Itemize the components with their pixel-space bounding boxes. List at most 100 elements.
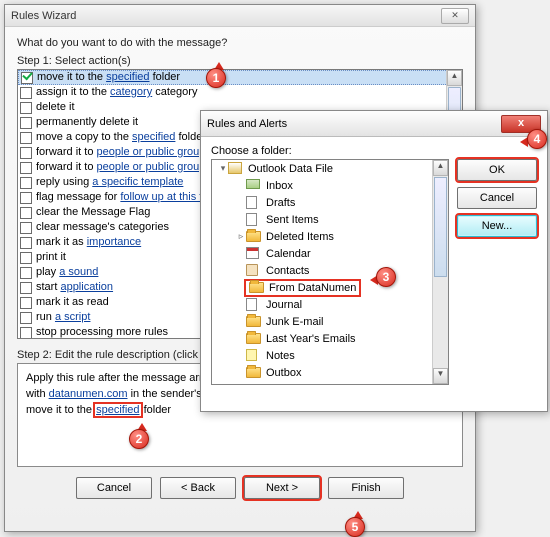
action-checkbox[interactable] — [20, 192, 32, 204]
next-button[interactable]: Next > — [244, 477, 320, 499]
tree-item-label: Journal — [266, 299, 302, 311]
action-checkbox[interactable] — [20, 222, 32, 234]
action-link[interactable]: importance — [87, 236, 141, 248]
annotation-marker-3: 3 — [376, 267, 396, 287]
new-button[interactable]: New... — [457, 215, 537, 237]
action-link[interactable]: specified — [132, 131, 175, 143]
action-checkbox[interactable] — [20, 207, 32, 219]
action-checkbox[interactable] — [20, 147, 32, 159]
action-link[interactable]: specified — [106, 71, 149, 83]
action-text: reply using a specific template — [36, 176, 183, 189]
action-text: delete it — [36, 101, 75, 114]
specified-folder-link[interactable]: specified — [95, 404, 140, 416]
action-checkbox[interactable] — [20, 102, 32, 114]
folder-tree[interactable]: ▾ Outlook Data File Inbox Drafts Sent Items ▹… — [211, 159, 449, 385]
annotation-marker-4: 4 — [527, 129, 547, 149]
action-link[interactable]: a specific template — [92, 176, 183, 188]
action-text: forward it to people or public group — [36, 146, 205, 159]
tree-item[interactable]: Inbox — [212, 177, 448, 194]
scroll-thumb[interactable] — [434, 177, 447, 277]
wizard-title: Rules Wizard — [11, 10, 76, 22]
action-link[interactable]: a sound — [59, 266, 98, 278]
tree-item-label: From DataNumen — [269, 282, 356, 294]
action-text: run a script — [36, 311, 90, 324]
annotation-marker-1: 1 — [206, 68, 226, 88]
action-checkbox[interactable] — [20, 177, 32, 189]
action-text: mark it as importance — [36, 236, 141, 249]
dialog-title: Rules and Alerts — [207, 118, 287, 130]
action-row[interactable]: assign it to the category category — [18, 85, 462, 100]
action-text: flag message for follow up at this time — [36, 191, 220, 204]
tree-item-label: Last Year's Emails — [266, 333, 356, 345]
rules-alerts-dialog: Rules and Alerts x Choose a folder: ▾ Out… — [200, 110, 548, 412]
cancel-button[interactable]: Cancel — [76, 477, 152, 499]
tree-item[interactable]: Calendar — [212, 245, 448, 262]
action-checkbox[interactable] — [20, 162, 32, 174]
ok-button[interactable]: OK — [457, 159, 537, 181]
action-row[interactable]: move it to the specified folder — [18, 70, 462, 85]
wizard-button-row: Cancel < Back Next > Finish — [17, 477, 463, 499]
action-checkbox[interactable] — [20, 252, 32, 264]
action-checkbox[interactable] — [20, 237, 32, 249]
tree-item-label: Outbox — [266, 367, 301, 379]
tree-item[interactable]: ▹ Deleted Items — [212, 228, 448, 245]
tree-item[interactable]: ▾ Outlook Data File — [212, 160, 448, 177]
scroll-up-icon[interactable]: ▲ — [433, 160, 448, 176]
expand-icon[interactable]: ▹ — [236, 231, 246, 242]
tree-item-label: Notes — [266, 350, 295, 362]
action-checkbox[interactable] — [20, 132, 32, 144]
tree-item-label: Calendar — [266, 248, 311, 260]
tree-item[interactable]: From DataNumen — [212, 279, 448, 296]
action-checkbox[interactable] — [20, 87, 32, 99]
action-link[interactable]: a script — [55, 311, 90, 323]
tree-item-label: Deleted Items — [266, 231, 334, 243]
action-checkbox[interactable] — [20, 267, 32, 279]
sender-link[interactable]: datanumen.com — [49, 388, 128, 400]
expand-icon[interactable]: ▾ — [218, 163, 228, 174]
finish-button[interactable]: Finish — [328, 477, 404, 499]
folder-icon — [246, 179, 262, 193]
tree-item[interactable]: Notes — [212, 347, 448, 364]
tree-item-label: Drafts — [266, 197, 295, 209]
action-checkbox[interactable] — [20, 312, 32, 324]
folder-icon — [246, 349, 262, 363]
action-link[interactable]: people or public group — [97, 161, 206, 173]
tree-item[interactable]: Drafts — [212, 194, 448, 211]
action-checkbox[interactable] — [21, 72, 33, 84]
action-checkbox[interactable] — [20, 297, 32, 309]
tree-item[interactable]: Contacts — [212, 262, 448, 279]
action-link[interactable]: people or public group — [97, 146, 206, 158]
folder-icon — [228, 162, 244, 176]
action-text: clear message's categories — [36, 221, 169, 234]
folder-icon — [246, 230, 262, 244]
tree-item[interactable]: Sent Items — [212, 211, 448, 228]
annotation-marker-5: 5 — [345, 517, 365, 537]
scroll-down-icon[interactable]: ▼ — [433, 368, 448, 384]
action-text: move it to the specified folder — [37, 71, 180, 84]
action-link[interactable]: application — [60, 281, 113, 293]
cancel-button[interactable]: Cancel — [457, 187, 537, 209]
action-checkbox[interactable] — [20, 117, 32, 129]
folder-icon — [246, 315, 262, 329]
tree-item[interactable]: Outbox — [212, 364, 448, 381]
action-text: permanently delete it — [36, 116, 138, 129]
action-text: stop processing more rules — [36, 326, 168, 338]
folder-icon — [246, 264, 262, 278]
tree-item[interactable]: Junk E-mail — [212, 313, 448, 330]
action-text: clear the Message Flag — [36, 206, 150, 219]
tree-item[interactable]: Last Year's Emails — [212, 330, 448, 347]
tree-item-label: Sent Items — [266, 214, 319, 226]
dialog-titlebar: Rules and Alerts x — [201, 111, 547, 137]
scroll-up-icon[interactable]: ▲ — [447, 70, 462, 86]
tree-item-label: Outlook Data File — [248, 163, 333, 175]
close-icon[interactable]: ✕ — [441, 8, 469, 24]
action-checkbox[interactable] — [20, 282, 32, 294]
back-button[interactable]: < Back — [160, 477, 236, 499]
tree-item[interactable]: Journal — [212, 296, 448, 313]
tree-item-label: Contacts — [266, 265, 309, 277]
choose-folder-label: Choose a folder: — [211, 145, 449, 157]
action-checkbox[interactable] — [20, 327, 32, 339]
action-link[interactable]: category — [110, 86, 152, 98]
action-text: assign it to the category category — [36, 86, 197, 99]
scrollbar-vertical[interactable]: ▲ ▼ — [432, 160, 448, 384]
